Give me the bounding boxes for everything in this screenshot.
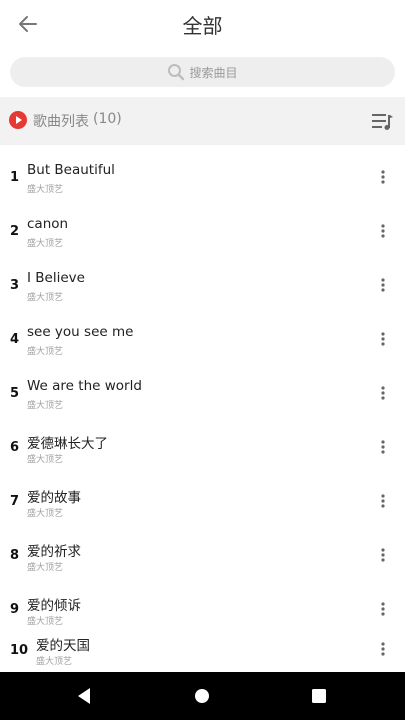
- list-item[interactable]: 2 canon 盛大顶艺: [0, 199, 405, 253]
- more-options-button[interactable]: [376, 383, 390, 403]
- track-number: 9: [10, 602, 20, 617]
- more-options-button[interactable]: [376, 221, 390, 241]
- system-navigation-bar: [0, 672, 405, 720]
- track-number: 3: [10, 278, 20, 293]
- song-title: 爱的故事: [27, 490, 81, 506]
- song-title: 爱的天国: [36, 638, 90, 654]
- song-artist: 盛大顶艺: [27, 563, 64, 573]
- more-vertical-icon: [381, 602, 385, 616]
- track-number: 10: [10, 643, 29, 658]
- song-title: see you see me: [27, 324, 134, 340]
- list-item[interactable]: 1 But Beautiful 盛大顶艺: [0, 145, 405, 199]
- page-title: 全部: [182, 14, 223, 38]
- more-options-button[interactable]: [376, 329, 390, 349]
- nav-back-button[interactable]: [54, 672, 114, 720]
- more-options-button[interactable]: [376, 275, 390, 295]
- song-title: 爱德琳长大了: [27, 436, 108, 452]
- song-artist: 盛大顶艺: [27, 239, 64, 249]
- more-options-button[interactable]: [376, 545, 390, 565]
- more-vertical-icon: [381, 386, 385, 400]
- track-number: 5: [10, 386, 20, 401]
- more-vertical-icon: [381, 170, 385, 184]
- more-options-button[interactable]: [376, 599, 390, 619]
- nav-recents-button[interactable]: [289, 672, 349, 720]
- song-artist: 盛大顶艺: [27, 401, 64, 411]
- track-number: 7: [10, 494, 20, 509]
- more-vertical-icon: [381, 494, 385, 508]
- list-item[interactable]: 8 爱的祈求 盛大顶艺: [0, 523, 405, 577]
- more-options-button[interactable]: [376, 167, 390, 187]
- list-item[interactable]: 5 We are the world 盛大顶艺: [0, 361, 405, 415]
- song-title: 爱的倾诉: [27, 598, 81, 614]
- search-bar[interactable]: 搜索曲目: [10, 57, 395, 87]
- play-circle-icon[interactable]: [9, 111, 27, 129]
- track-number: 8: [10, 548, 20, 563]
- song-title: 爱的祈求: [27, 544, 81, 560]
- song-artist: 盛大顶艺: [27, 455, 64, 465]
- track-number: 6: [10, 440, 20, 455]
- search-input[interactable]: 搜索曲目: [189, 64, 237, 81]
- song-list-title: 歌曲列表: [33, 114, 89, 130]
- song-list: 1 But Beautiful 盛大顶艺 2 canon 盛大顶艺 3 I Be…: [0, 145, 405, 685]
- circle-home-icon: [195, 689, 209, 703]
- nav-home-button[interactable]: [172, 672, 232, 720]
- more-options-button[interactable]: [376, 437, 390, 457]
- song-artist: 盛大顶艺: [27, 617, 64, 627]
- more-vertical-icon: [381, 440, 385, 454]
- list-item[interactable]: 4 see you see me 盛大顶艺: [0, 307, 405, 361]
- more-vertical-icon: [381, 548, 385, 562]
- more-vertical-icon: [381, 332, 385, 346]
- top-bar: 全部: [0, 0, 405, 48]
- song-artist: 盛大顶艺: [27, 293, 64, 303]
- list-item[interactable]: 9 爱的倾诉 盛大顶艺: [0, 577, 405, 631]
- more-vertical-icon: [381, 224, 385, 238]
- list-item[interactable]: 7 爱的故事 盛大顶艺: [0, 469, 405, 523]
- more-vertical-icon: [381, 642, 385, 656]
- search-icon: [168, 64, 185, 81]
- song-artist: 盛大顶艺: [27, 347, 64, 357]
- song-title: canon: [27, 216, 69, 232]
- list-item[interactable]: 6 爱德琳长大了 盛大顶艺: [0, 415, 405, 469]
- song-artist: 盛大顶艺: [36, 657, 73, 667]
- song-title: We are the world: [27, 378, 142, 394]
- more-options-button[interactable]: [376, 491, 390, 511]
- song-title: I Believe: [27, 270, 85, 286]
- triangle-back-icon: [78, 688, 90, 704]
- track-number: 1: [10, 170, 20, 185]
- track-number: 4: [10, 332, 20, 347]
- more-options-button[interactable]: [376, 639, 390, 659]
- playlist-menu-icon[interactable]: [372, 112, 394, 130]
- song-list-header: 歌曲列表 (10): [0, 97, 405, 145]
- song-title: But Beautiful: [27, 162, 115, 178]
- list-item[interactable]: 3 I Believe 盛大顶艺: [0, 253, 405, 307]
- square-recents-icon: [312, 689, 326, 703]
- song-artist: 盛大顶艺: [27, 509, 64, 519]
- song-artist: 盛大顶艺: [27, 185, 64, 195]
- song-count: (10): [93, 111, 122, 127]
- track-number: 2: [10, 224, 20, 239]
- more-vertical-icon: [381, 278, 385, 292]
